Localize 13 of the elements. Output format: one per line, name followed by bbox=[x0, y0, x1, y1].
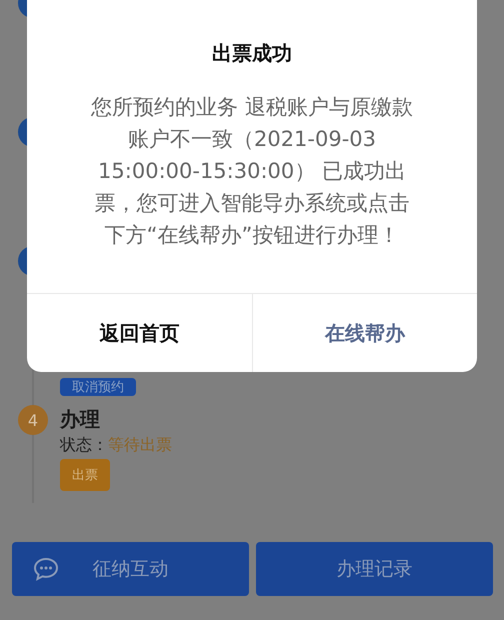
step-number: 4 bbox=[18, 405, 48, 435]
step-title: 办理 bbox=[60, 406, 100, 433]
dialog-button[interactable]: 在线帮办 bbox=[252, 294, 477, 372]
dialog-message: 您所预约的业务 退税账户与原缴款账户不一致（2021-09-03 15:00:00-15:30:00） 已成功出票，您可进入智能导办系统或点击下方“在线帮办”按钮进行办理！ bbox=[90, 94, 414, 249]
chat-icon bbox=[33, 557, 59, 581]
cancel-booking-button[interactable]: 取消预约 bbox=[60, 378, 136, 396]
bottom-button[interactable]: 征纳互动 bbox=[12, 542, 249, 596]
dialog-title: 出票成功 bbox=[212, 40, 292, 67]
status-value: 等待出票 bbox=[108, 435, 172, 454]
dialog-button[interactable]: 返回首页 bbox=[27, 294, 252, 372]
issue-ticket-button[interactable]: 出票 bbox=[60, 459, 110, 491]
bottom-button[interactable]: 办理记录 bbox=[256, 542, 493, 596]
status-label: 状态： bbox=[60, 435, 108, 454]
